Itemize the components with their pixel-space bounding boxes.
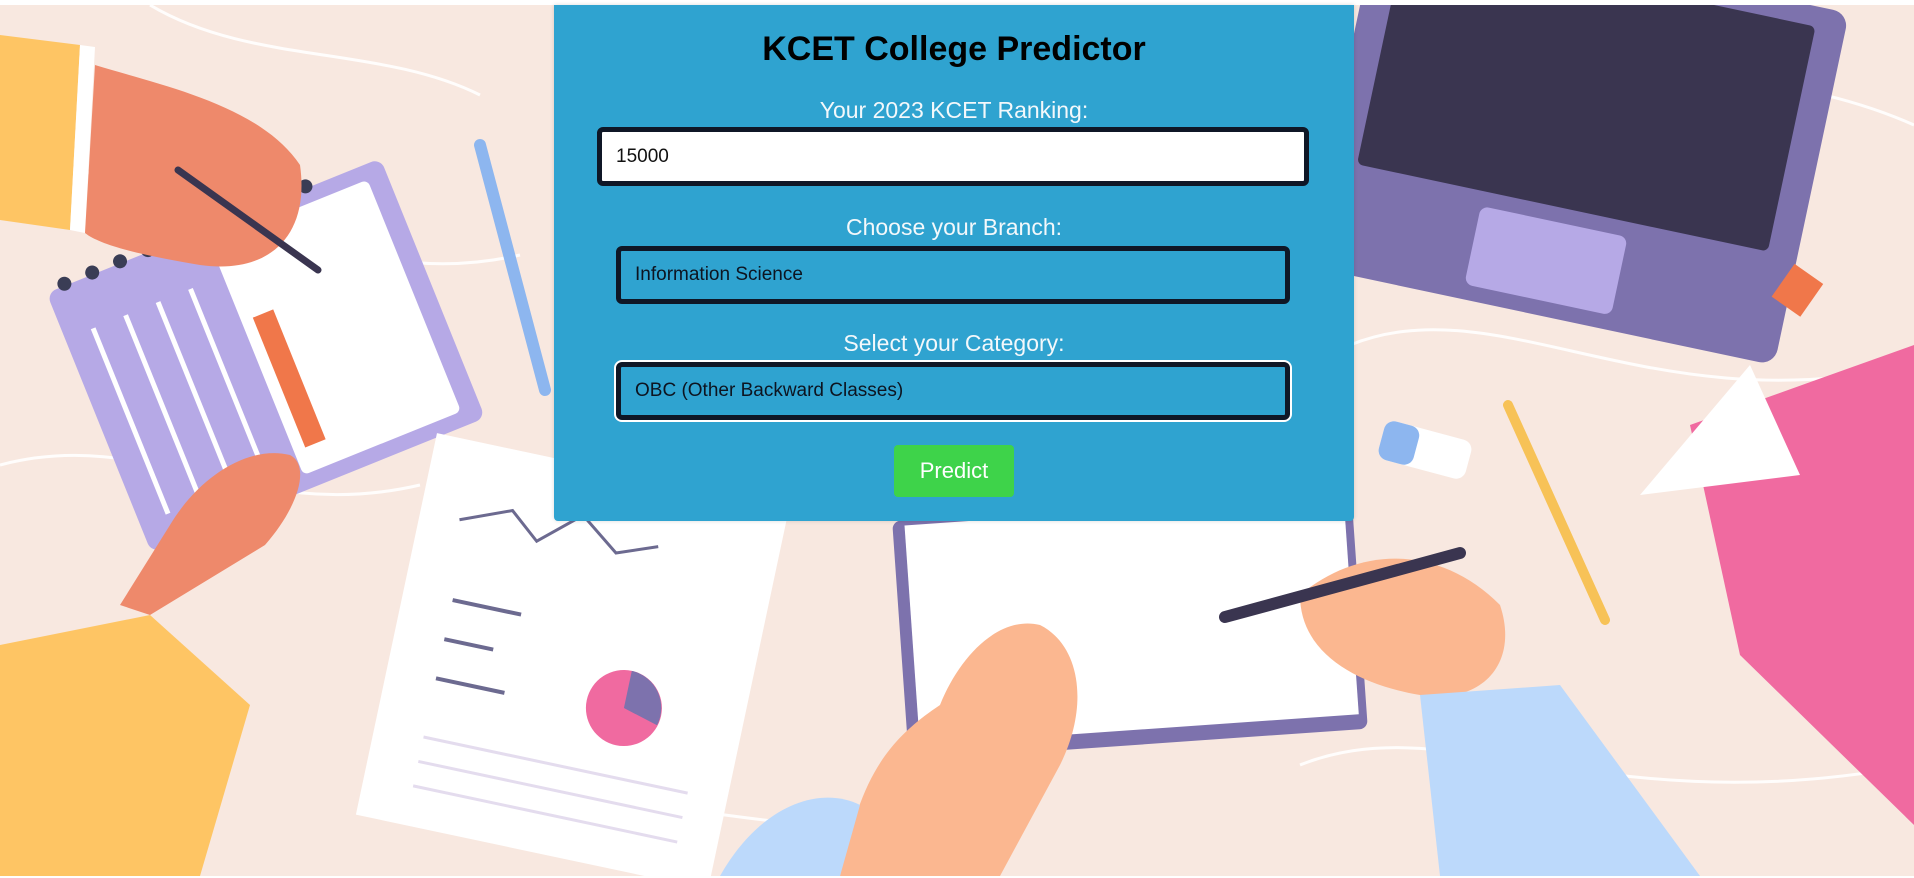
branch-select[interactable]: Information Science — [616, 246, 1290, 304]
page-title: KCET College Predictor — [762, 30, 1146, 68]
branch-label: Choose your Branch: — [845, 214, 1063, 240]
predict-button[interactable]: Predict — [894, 445, 1014, 497]
rank-label: Your 2023 KCET Ranking: — [819, 97, 1089, 123]
category-label: Select your Category: — [843, 330, 1065, 356]
category-select[interactable]: OBC (Other Backward Classes) — [616, 362, 1290, 420]
category-selected-value: OBC (Other Backward Classes) — [635, 380, 904, 401]
rank-input[interactable] — [597, 127, 1309, 186]
predictor-card: KCET College Predictor Your 2023 KCET Ra… — [554, 5, 1354, 521]
branch-selected-value: Information Science — [635, 264, 803, 285]
